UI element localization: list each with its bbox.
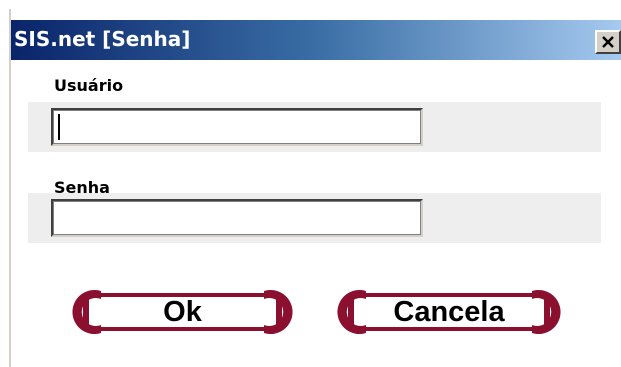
username-input[interactable]: [51, 108, 423, 146]
password-field-band: [28, 193, 601, 243]
username-label: Usuário: [54, 76, 124, 95]
cancel-button[interactable]: Cancela: [332, 287, 566, 337]
close-button[interactable]: [595, 30, 621, 54]
title-bar[interactable]: SIS.net [Senha]: [11, 20, 621, 60]
ok-button-label: Ok: [163, 295, 202, 328]
username-field-band: [28, 102, 601, 152]
password-input[interactable]: [51, 199, 423, 237]
window-title: SIS.net [Senha]: [14, 27, 191, 51]
ok-button[interactable]: Ok: [67, 287, 298, 337]
cancel-button-label: Cancela: [393, 295, 505, 328]
password-dialog: SIS.net [Senha] Usuário Senha Ok Cancela: [9, 9, 621, 367]
close-icon: [602, 36, 614, 48]
text-caret: [58, 114, 60, 140]
